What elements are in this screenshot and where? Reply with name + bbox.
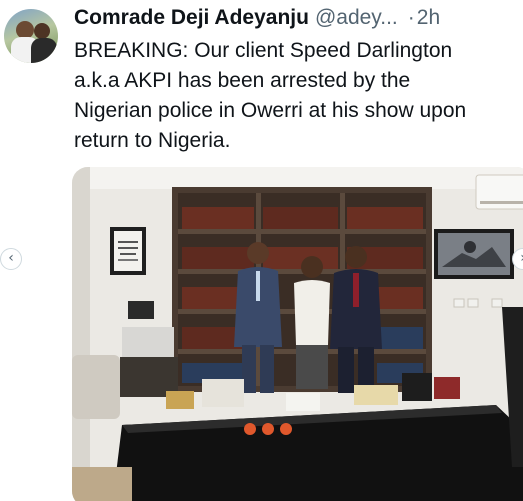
tweet-card[interactable]: Comrade Deji Adeyanju @adey... · 2h BREA… <box>0 0 523 501</box>
author-name[interactable]: Comrade Deji Adeyanju <box>74 6 309 30</box>
tweet-header: Comrade Deji Adeyanju @adey... · 2h <box>74 6 523 32</box>
author-handle[interactable]: @adey... <box>315 6 398 30</box>
tweet-photo[interactable] <box>72 167 523 501</box>
tweet-timestamp[interactable]: 2h <box>417 6 440 30</box>
tweet-text-line: BREAKING: Our client Speed Darlington <box>74 39 453 62</box>
wall-painting <box>434 229 514 279</box>
separator-dot: · <box>407 6 415 29</box>
wall-frame-quote <box>110 227 146 275</box>
tweet-text: BREAKING: Our client Speed Darlington a.… <box>74 36 523 156</box>
tweet-text-line: a.k.a AKPI has been arrested by the <box>74 69 411 92</box>
tweet-text-line: Nigerian police in Owerri at his show up… <box>74 99 467 122</box>
air-conditioner <box>475 174 523 210</box>
author-avatar[interactable] <box>4 9 58 63</box>
chevron-left-icon[interactable]: ‹ <box>0 248 22 270</box>
tweet-text-line: return to Nigeria. <box>74 129 231 152</box>
